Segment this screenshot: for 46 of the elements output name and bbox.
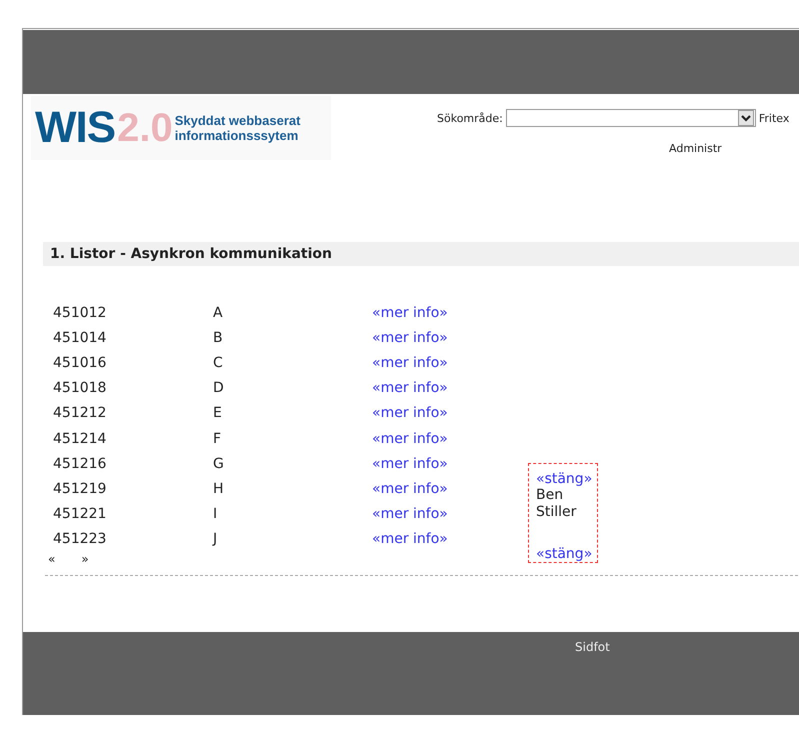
footer-text: Sidfot: [575, 640, 610, 655]
logo-tagline: Skyddat webbaserat: [174, 113, 300, 128]
dropdown-icon: [738, 110, 754, 126]
row-id: 451212: [53, 405, 108, 422]
row-name: C: [213, 354, 224, 371]
row-id: 451014: [53, 330, 108, 346]
logo-version: 2.0: [117, 106, 173, 150]
row-name: G: [213, 456, 225, 472]
row-name: A: [213, 304, 224, 321]
free-text-label: Fritex: [758, 112, 790, 124]
more-info-link[interactable]: «mer info»: [372, 506, 448, 522]
row-id: 451219: [53, 480, 108, 497]
row-id: 451012: [53, 304, 108, 321]
admin-link[interactable]: Administr: [669, 142, 790, 155]
more-info-link[interactable]: «mer info»: [372, 480, 448, 497]
more-info-link[interactable]: «mer info»: [372, 405, 448, 422]
row-name: H: [213, 480, 225, 497]
close-link[interactable]: «stäng»: [536, 546, 591, 562]
next-page-link[interactable]: »: [81, 552, 89, 574]
search-area-select[interactable]: [506, 109, 756, 127]
logo-tagline: informationsssytem: [174, 128, 300, 143]
row-id: 451016: [53, 354, 108, 371]
row-name: J: [213, 531, 218, 548]
logo-mark: WIS: [35, 104, 116, 152]
row-id: 451018: [53, 380, 108, 396]
row-name: B: [213, 330, 224, 346]
row-id: 451214: [53, 430, 108, 447]
row-id: 451221: [53, 506, 108, 522]
previous-page-link[interactable]: «: [48, 552, 56, 574]
more-info-link[interactable]: «mer info»: [372, 354, 448, 371]
more-info-link[interactable]: «mer info»: [372, 304, 448, 321]
more-info-link[interactable]: «mer info»: [372, 531, 448, 548]
section-title: 1. Listor - Asynkron kommunikation: [43, 242, 799, 266]
row-id: 451216: [53, 456, 108, 472]
search-area-label: Sökområde:: [437, 112, 503, 124]
more-info-link[interactable]: «mer info»: [372, 430, 448, 447]
row-id: 451223: [53, 531, 108, 548]
person-name: Ben Stiller: [536, 487, 578, 521]
more-info-link[interactable]: «mer info»: [372, 330, 448, 346]
row-name: F: [213, 430, 222, 447]
more-info-link[interactable]: «mer info»: [372, 380, 448, 396]
row-name: I: [213, 506, 218, 522]
row-name: D: [213, 380, 225, 396]
close-link[interactable]: «stäng»: [536, 471, 591, 487]
row-name: E: [213, 405, 223, 422]
more-info-link[interactable]: «mer info»: [372, 456, 448, 472]
